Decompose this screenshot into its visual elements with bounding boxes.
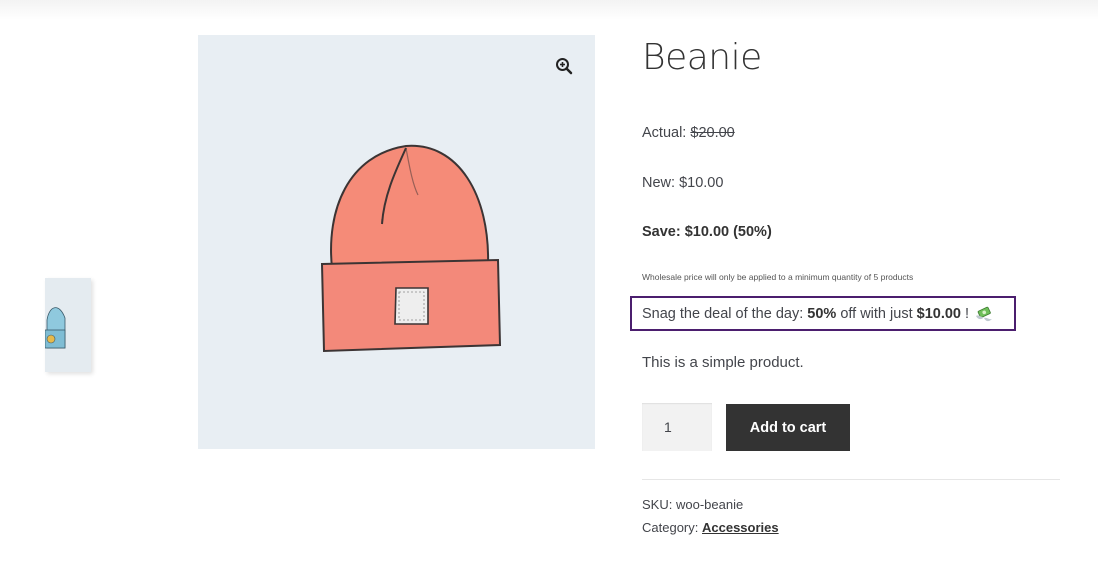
- zoom-in-icon[interactable]: [549, 51, 579, 81]
- page-top-bar: [0, 0, 1098, 20]
- actual-price-value: $20.00: [690, 125, 735, 141]
- deal-of-day-banner: Snag the deal of the day: 50% off with j…: [630, 296, 1016, 331]
- actual-price-label: Actual:: [642, 125, 687, 141]
- deal-price: $10.00: [916, 305, 961, 322]
- savings-text: Save: $10.00 (50%): [642, 224, 772, 240]
- new-price-value: $10.00: [679, 175, 724, 191]
- category-link[interactable]: Accessories: [702, 520, 779, 535]
- beanie-hat-icon: [320, 144, 502, 353]
- category-line: Category: Accessories: [642, 520, 779, 535]
- divider: [642, 479, 1060, 480]
- category-label: Category:: [642, 520, 699, 535]
- quantity-input[interactable]: [642, 403, 712, 451]
- sku-line: SKU: woo-beanie: [642, 497, 743, 512]
- sku-value: woo-beanie: [675, 497, 744, 512]
- money-with-wings-icon: [975, 306, 993, 322]
- new-price-label: New:: [642, 175, 676, 191]
- short-description: This is a simple product.: [642, 354, 804, 371]
- product-main-image[interactable]: [198, 35, 595, 449]
- deal-middle: off with just: [836, 305, 917, 322]
- deal-suffix: !: [960, 305, 970, 322]
- new-price: New: $10.00: [642, 175, 723, 191]
- actual-price: Actual: $20.00: [642, 125, 735, 141]
- add-to-cart-button[interactable]: Add to cart: [726, 404, 850, 451]
- deal-prefix: Snag the deal of the day:: [642, 305, 808, 322]
- wholesale-note: Wholesale price will only be applied to …: [642, 272, 914, 282]
- deal-percent: 50%: [807, 305, 837, 322]
- sku-label: SKU:: [642, 497, 673, 512]
- gallery-thumbnail[interactable]: [45, 278, 91, 372]
- blue-beanie-thumbnail-icon: [45, 307, 66, 349]
- product-title: Beanie: [642, 37, 762, 78]
